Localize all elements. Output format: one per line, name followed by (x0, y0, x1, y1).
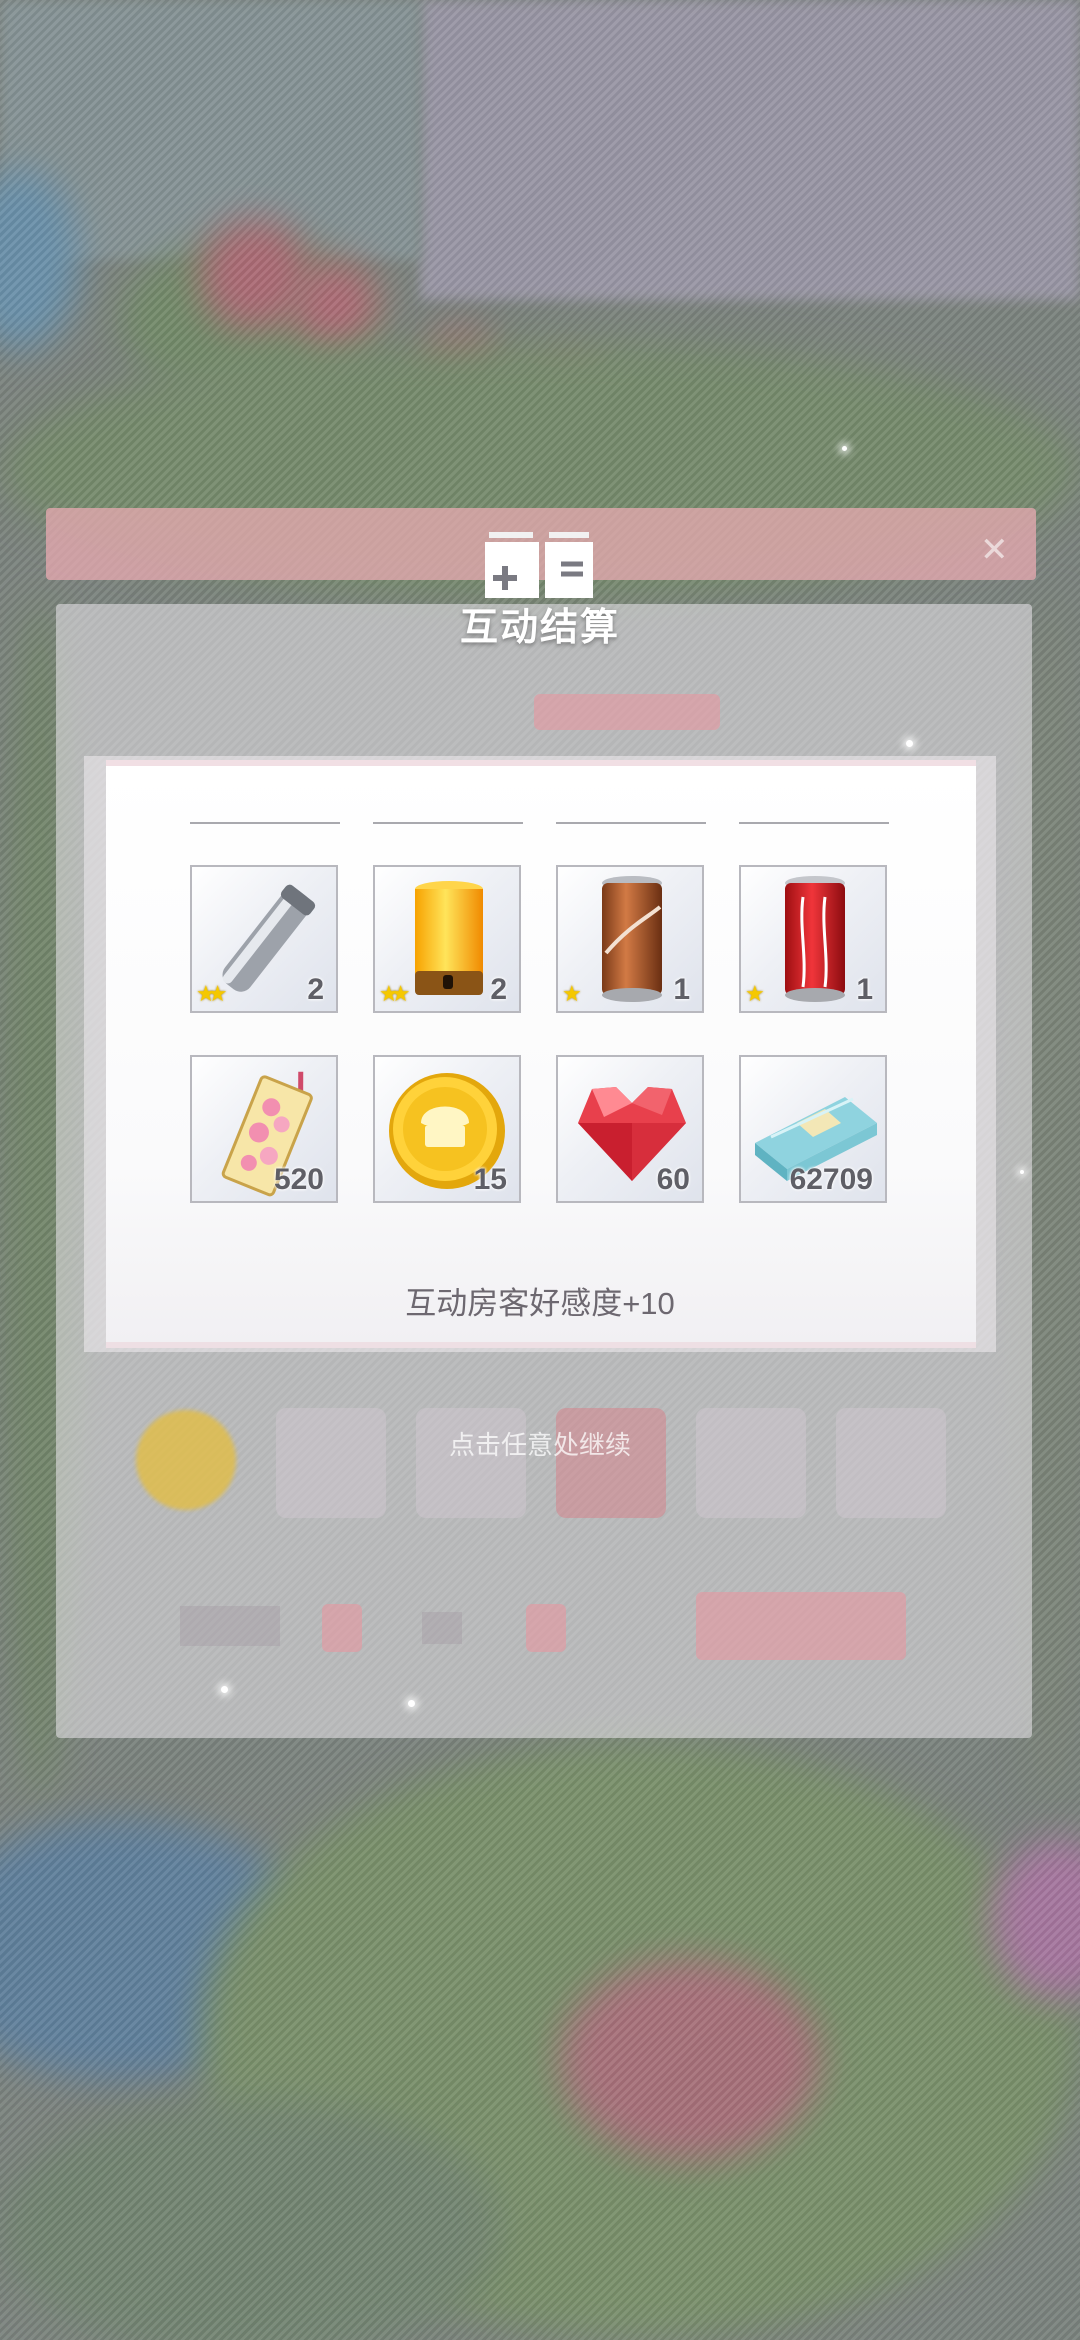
item-count: 1 (673, 973, 690, 1006)
item-count: 60 (656, 1163, 690, 1196)
divider (373, 822, 523, 824)
rarity-stars: ★★ (379, 981, 411, 1006)
reward-item[interactable]: 60 (556, 1055, 704, 1203)
tab-highlight (534, 694, 720, 730)
popup-title: 互动结算 (459, 607, 620, 649)
minus-button (322, 1604, 362, 1652)
item-count: 62709 (789, 1163, 873, 1196)
reward-item[interactable]: 15 (373, 1055, 521, 1203)
sparkle-effect (1020, 1170, 1024, 1174)
settlement-emblem-icon (485, 532, 593, 598)
close-icon: ✕ (980, 531, 1009, 569)
stepper-value-box (422, 1612, 462, 1644)
sparkle-effect (221, 1686, 228, 1693)
reward-item[interactable]: 520 (190, 1055, 338, 1203)
divider (739, 822, 889, 824)
rarity-stars: ★ (745, 981, 765, 1006)
reward-item[interactable]: ★ 1 (556, 865, 704, 1013)
reward-item[interactable]: 62709 (739, 1055, 887, 1203)
rarity-stars: ★ (562, 981, 582, 1006)
reward-item[interactable]: ★ 1 (739, 865, 887, 1013)
interact-button (696, 1592, 906, 1660)
divider (190, 822, 340, 824)
rarity-stars: ★★ (196, 981, 228, 1006)
tap-to-continue-hint[interactable]: 点击任意处继续 (0, 1425, 1080, 1462)
item-count: 1 (856, 973, 873, 1006)
reward-item[interactable]: ★★ 2 (373, 865, 521, 1013)
item-count: 2 (307, 973, 324, 1006)
sparkle-effect (408, 1700, 415, 1707)
sparkle-effect (842, 446, 847, 451)
item-count: 15 (473, 1163, 507, 1196)
item-count: 520 (273, 1163, 324, 1196)
interaction-count-stepper (180, 1606, 280, 1646)
item-count: 2 (490, 973, 507, 1006)
affection-bonus-text: 互动房客好感度+10 (405, 1286, 675, 1321)
result-card[interactable] (106, 760, 976, 1348)
sparkle-effect (906, 740, 913, 747)
divider (556, 822, 706, 824)
plus-button (526, 1604, 566, 1652)
reward-item[interactable]: ★★ 2 (190, 865, 338, 1013)
